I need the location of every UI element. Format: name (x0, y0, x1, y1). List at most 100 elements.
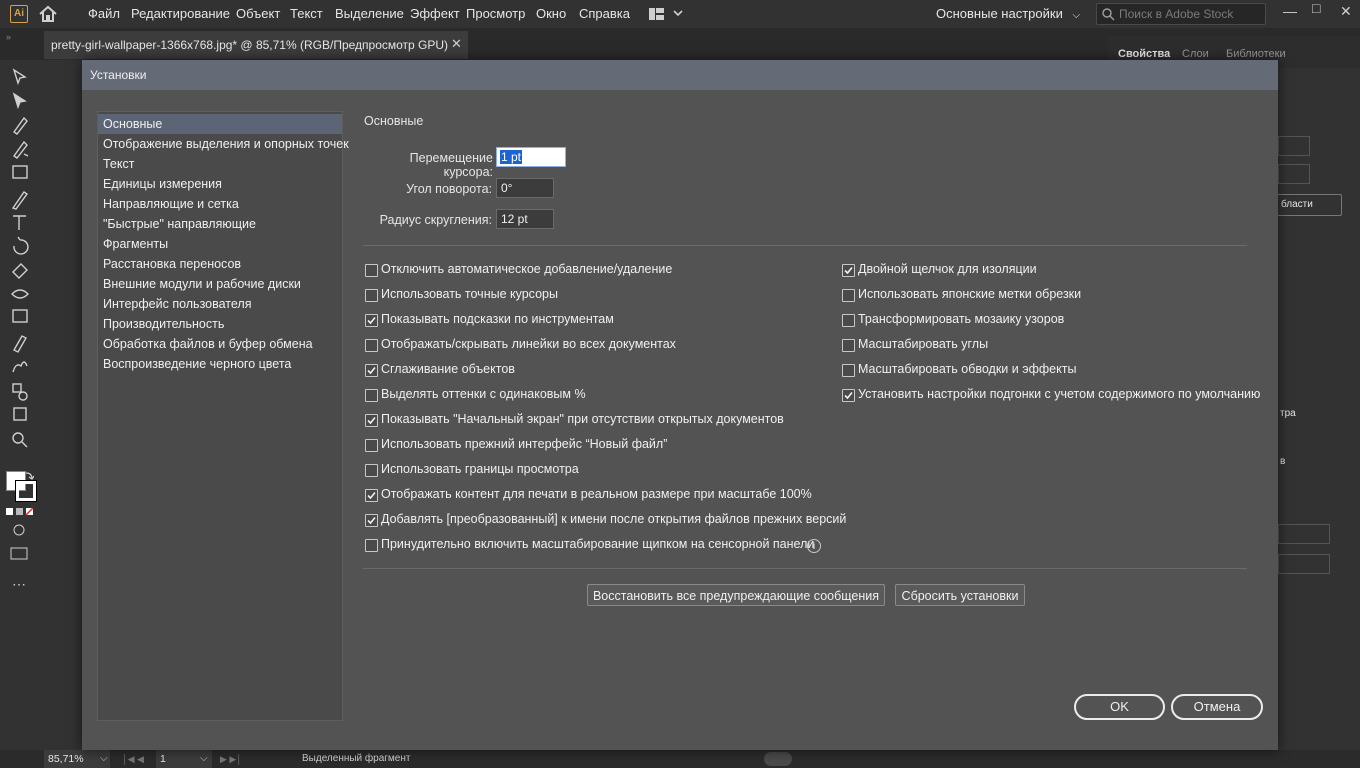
last-artboard-icon[interactable]: ▶ ▶│ (220, 750, 242, 768)
left-option-row[interactable]: Показывать подсказки по инструментам (365, 312, 835, 330)
checkbox-unchecked[interactable] (842, 339, 855, 352)
stroke-color-swatch[interactable] (15, 480, 37, 502)
category-item[interactable]: Производительность (98, 314, 342, 334)
menu-effect[interactable]: Эффект (410, 6, 460, 21)
category-item[interactable]: Текст (98, 154, 342, 174)
checkbox-unchecked[interactable] (365, 439, 378, 452)
checkbox-checked[interactable] (365, 489, 378, 502)
category-item[interactable]: Фрагменты (98, 234, 342, 254)
panel-label-fragment-2: в (1280, 456, 1286, 467)
constrain-angle-input[interactable]: 0° (496, 178, 554, 198)
tab-libraries[interactable]: Библиотеки (1226, 48, 1286, 60)
menu-view[interactable]: Просмотр (466, 6, 525, 21)
category-item[interactable]: Отображение выделения и опорных точек (98, 134, 349, 154)
checkbox-checked[interactable] (842, 389, 855, 402)
reset-preferences-button[interactable]: Сбросить установки (895, 584, 1025, 606)
left-option-row[interactable]: Сглаживание объектов (365, 362, 835, 380)
right-option-label: Трансформировать мозаику узоров (858, 312, 1065, 326)
checkbox-unchecked[interactable] (842, 364, 855, 377)
artboard-chevron-down-icon[interactable]: ⌵ (200, 750, 208, 768)
menu-help[interactable]: Справка (579, 6, 630, 21)
checkbox-unchecked[interactable] (842, 314, 855, 327)
category-item[interactable]: Обработка файлов и буфер обмена (98, 334, 342, 354)
maximize-icon[interactable]: □ (1312, 0, 1320, 16)
home-icon[interactable] (38, 5, 58, 26)
checkbox-unchecked[interactable] (365, 389, 378, 402)
category-item[interactable]: Единицы измерения (98, 174, 342, 194)
menu-type[interactable]: Текст (290, 6, 323, 21)
cancel-button[interactable]: Отмена (1171, 694, 1263, 720)
checkbox-unchecked[interactable] (365, 264, 378, 277)
right-option-row[interactable]: Масштабировать углы (842, 337, 1262, 355)
checkbox-checked[interactable] (365, 314, 378, 327)
tab-layers[interactable]: Слои (1182, 48, 1209, 60)
category-item[interactable]: Направляющие и сетка (98, 194, 342, 214)
checkbox-unchecked[interactable] (842, 289, 855, 302)
checkbox-unchecked[interactable] (365, 339, 378, 352)
left-option-row[interactable]: Отображать/скрывать линейки во всех доку… (365, 337, 835, 355)
left-option-row[interactable]: Отображать контент для печати в реальном… (365, 487, 835, 505)
arrange-documents-icon[interactable] (648, 7, 684, 24)
category-item[interactable]: Расстановка переносов (98, 254, 342, 274)
minimize-icon[interactable]: — (1283, 3, 1297, 19)
more-tools-icon[interactable]: ⋯ (12, 576, 26, 593)
tab-properties[interactable]: Свойства (1118, 48, 1170, 60)
first-artboard-icon[interactable]: │◀ ◀ (122, 750, 144, 768)
corner-radius-input[interactable]: 12 pt (496, 209, 554, 229)
menu-file[interactable]: Файл (88, 6, 120, 21)
panel-field[interactable] (1278, 524, 1330, 544)
menu-edit[interactable]: Редактирование (131, 6, 230, 21)
checkbox-unchecked[interactable] (365, 464, 378, 477)
category-item[interactable]: Воспроизведение черного цвета (98, 354, 342, 374)
dialog-title-bar[interactable]: Установки (82, 60, 1278, 90)
category-item[interactable]: Интерфейс пользователя (98, 294, 342, 314)
drawing-modes-icon[interactable] (12, 523, 26, 540)
left-option-row[interactable]: Использовать точные курсоры (365, 287, 835, 305)
horizontal-scrollbar-thumb[interactable] (764, 752, 792, 766)
right-option-row[interactable]: Масштабировать обводки и эффекты (842, 362, 1262, 380)
checkbox-checked[interactable] (365, 364, 378, 377)
panel-field-2[interactable] (1278, 554, 1330, 574)
checkmark-icon (367, 316, 376, 325)
workspace-switcher[interactable]: Основные настройки ⌵ (936, 6, 1080, 21)
left-option-row[interactable]: Использовать прежний интерфейс “Новый фа… (365, 437, 835, 455)
checkbox-checked[interactable] (365, 414, 378, 427)
checkbox-checked[interactable] (365, 514, 378, 527)
screen-mode-icon[interactable] (10, 547, 28, 564)
close-window-icon[interactable]: ✕ (1340, 3, 1352, 20)
menu-select[interactable]: Выделение (335, 6, 404, 21)
color-mode-icons[interactable] (6, 506, 34, 516)
left-option-row[interactable]: Показывать "Начальный экран" при отсутст… (365, 412, 835, 430)
panel-dropdown-2[interactable] (1278, 164, 1310, 184)
category-item[interactable]: Внешние модули и рабочие диски (98, 274, 342, 294)
checkbox-unchecked[interactable] (365, 289, 378, 302)
right-option-row[interactable]: Установить настройки подгонки с учетом с… (842, 387, 1262, 405)
checkbox-checked[interactable] (842, 264, 855, 277)
left-option-row[interactable]: Использовать границы просмотра (365, 462, 835, 480)
category-item[interactable]: "Быстрые" направляющие (98, 214, 342, 234)
left-option-row[interactable]: Выделять оттенки с одинаковым % (365, 387, 835, 405)
menu-window[interactable]: Окно (536, 6, 566, 21)
right-option-row[interactable]: Двойной щелчок для изоляции (842, 262, 1262, 280)
document-tab[interactable]: pretty-girl-wallpaper-1366x768.jpg* @ 85… (44, 31, 468, 59)
ok-button[interactable]: OK (1074, 694, 1165, 720)
category-item[interactable]: Основные (98, 114, 342, 134)
collapse-toolbar-icon[interactable]: » (6, 32, 11, 42)
panel-button-artboard[interactable]: бласти (1268, 194, 1342, 216)
panel-dropdown[interactable] (1278, 136, 1310, 156)
keyboard-increment-input[interactable]: 1 pt (496, 147, 566, 167)
restore-warnings-button[interactable]: Восстановить все предупреждающие сообщен… (587, 584, 885, 606)
checkmark-icon (367, 516, 376, 525)
zoom-chevron-down-icon[interactable]: ⌵ (100, 750, 108, 768)
close-tab-icon[interactable]: ✕ (451, 36, 462, 52)
info-icon[interactable]: i (807, 539, 821, 553)
left-option-row[interactable]: Принудительно включить масштабирование щ… (365, 537, 835, 555)
right-option-row[interactable]: Трансформировать мозаику узоров (842, 312, 1262, 330)
right-option-row[interactable]: Использовать японские метки обрезки (842, 287, 1262, 305)
stock-search-input[interactable]: Поиск в Adobe Stock (1096, 3, 1266, 25)
menu-object[interactable]: Объект (236, 6, 280, 21)
checkbox-unchecked[interactable] (365, 539, 378, 552)
left-option-label: Показывать подсказки по инструментам (381, 312, 614, 326)
left-option-row[interactable]: Добавлять [преобразованный] к имени посл… (365, 512, 846, 530)
left-option-row[interactable]: Отключить автоматическое добавление/удал… (365, 262, 835, 280)
